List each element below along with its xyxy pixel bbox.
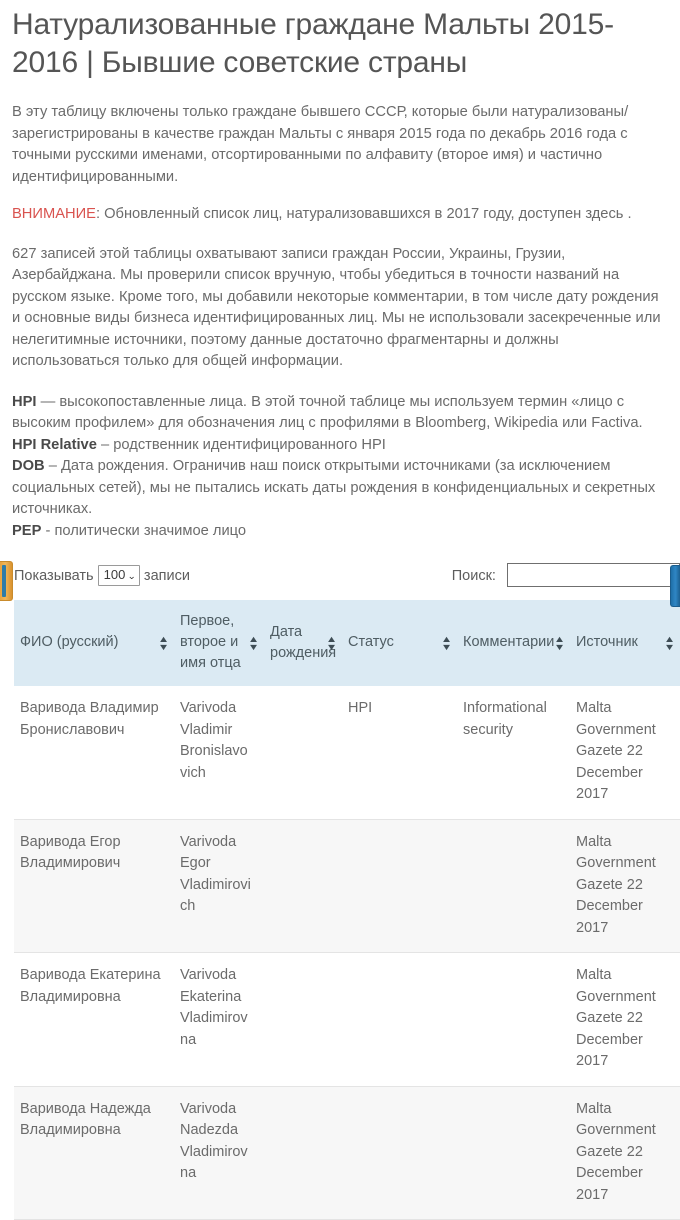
- search-control: Поиск:: [452, 563, 680, 589]
- definition-term-pep: PEP - политически значимое лицо: [12, 522, 247, 539]
- article-page: Натурализованные граждане Мальты 2015-20…: [0, 0, 680, 1220]
- definition-term-hpi: HPI — высокопоставленные лица. В этой то…: [12, 393, 643, 432]
- table-row: Варивода Екатерина Владимировна Varivoda…: [14, 952, 680, 1087]
- table-row: Варивода Надежда Владимировна Varivoda N…: [14, 1086, 680, 1220]
- page-title: Натурализованные граждане Мальты 2015-20…: [12, 8, 614, 80]
- definition-text-hpi-relative: – родственник идентифицированного HPI: [96, 436, 386, 453]
- page-length-prefix: Показывать: [14, 568, 94, 585]
- cell-name-ru: Варивода Надежда Владимировна: [14, 1086, 174, 1220]
- cell-status: [342, 1086, 457, 1220]
- share-tab-left[interactable]: [0, 561, 13, 601]
- cell-status: HPI: [342, 686, 457, 820]
- cell-name-en: Varivoda Ekaterina Vladimirovna: [174, 952, 264, 1087]
- cell-dob: [264, 819, 342, 954]
- search-label: Поиск:: [451, 568, 496, 585]
- definition-text-hpi: — высокопоставленные лица. В этой точной…: [12, 393, 643, 432]
- cell-dob: [264, 952, 342, 1087]
- sort-icon[interactable]: ▲ ▼: [664, 635, 676, 652]
- sort-icon[interactable]: ▲ ▼: [441, 635, 453, 652]
- table-row: Варивода Владимир Брониславович Varivoda…: [14, 686, 680, 820]
- column-header-dob[interactable]: Дата рождения ▲ ▼: [264, 600, 342, 687]
- sort-icon[interactable]: ▲ ▼: [326, 635, 338, 652]
- table-wrapper: ФИО (русский) ▲ ▼ Первое, второе и имя от…: [0, 600, 680, 1220]
- column-header-comments[interactable]: Комментарии ▲ ▼: [457, 600, 570, 687]
- cell-comments: [457, 1086, 570, 1220]
- cell-comments: [457, 819, 570, 954]
- cell-name-en: Varivoda Vladimir Bronislavovich: [174, 686, 264, 820]
- table-body: Варивода Владимир Брониславович Varivoda…: [14, 686, 680, 1220]
- share-tab-right[interactable]: [670, 565, 680, 607]
- cell-name-ru: Варивода Екатерина Владимировна: [14, 952, 174, 1087]
- page-length-select[interactable]: 100 ⌄: [97, 564, 140, 586]
- cell-comments: [457, 952, 570, 1087]
- naturalized-citizens-table: ФИО (русский) ▲ ▼ Первое, второе и имя от…: [14, 600, 680, 1220]
- definition-text-dob: – Дата рождения. Ограничив наш поиск отк…: [12, 458, 656, 518]
- cell-status: [342, 952, 457, 1087]
- column-header-name-en[interactable]: Первое, второе и имя отца ▲ ▼: [174, 600, 264, 687]
- table-header-row: ФИО (русский) ▲ ▼ Первое, второе и имя от…: [14, 600, 680, 687]
- cell-source: Malta Government Gazete 22 December 2017: [570, 819, 680, 954]
- sort-icon[interactable]: ▲ ▼: [158, 635, 170, 652]
- cell-name-en: Varivoda Nadezda Vladimirovna: [174, 1086, 264, 1220]
- table-row: Варивода Егор Владимирович Varivoda Egor…: [14, 819, 680, 954]
- notice-paragraph: ВНИМАНИЕ: Обновленный список лиц, натура…: [0, 204, 680, 226]
- cell-dob: [264, 1086, 342, 1220]
- cell-source: Malta Government Gazete 22 December 2017: [570, 686, 680, 820]
- column-header-source[interactable]: Источник ▲ ▼: [570, 600, 680, 687]
- cell-status: [342, 819, 457, 954]
- sort-icon[interactable]: ▲ ▼: [248, 635, 260, 652]
- cell-comments: Informational security: [457, 686, 570, 820]
- cell-source: Malta Government Gazete 22 December 2017: [570, 1086, 680, 1220]
- definition-term-dob: DOB – Дата рождения. Ограничив наш поиск…: [12, 458, 656, 518]
- cell-name-en: Varivoda Egor Vladimirovich: [174, 819, 264, 954]
- column-header-name-ru[interactable]: ФИО (русский) ▲ ▼: [14, 600, 174, 687]
- column-header-label: Статус: [348, 634, 394, 651]
- table-head: ФИО (русский) ▲ ▼ Первое, второе и имя от…: [14, 600, 680, 687]
- cell-dob: [264, 686, 342, 820]
- page-length-control: Показывать 100 ⌄ записи: [14, 563, 190, 589]
- cell-name-ru: Варивода Егор Владимирович: [14, 819, 174, 954]
- chevron-down-icon: ⌄: [127, 570, 137, 581]
- page-length-suffix: записи: [143, 568, 190, 585]
- column-header-label: Первое, второе и имя отца: [180, 613, 241, 672]
- table-controls: Показывать 100 ⌄ записи Поиск:: [0, 563, 680, 591]
- search-input[interactable]: [507, 563, 680, 588]
- sort-icon[interactable]: ▲ ▼: [554, 635, 566, 652]
- records-paragraph: 627 записей этой таблицы охватывают запи…: [12, 245, 661, 370]
- intro-paragraph: В эту таблицу включены только граждане б…: [12, 104, 629, 185]
- column-header-label: Комментарии: [463, 634, 555, 651]
- column-header-label: ФИО (русский): [20, 634, 119, 651]
- definition-text-pep: - политически значимое лицо: [41, 522, 247, 539]
- definition-term-hpi-relative: HPI Relative – родственник идентифициров…: [12, 436, 386, 453]
- cell-source: Malta Government Gazete 22 December 2017: [570, 952, 680, 1087]
- cell-name-ru: Варивода Владимир Брониславович: [14, 686, 174, 820]
- column-header-status[interactable]: Статус ▲ ▼: [342, 600, 457, 687]
- column-header-label: Источник: [576, 634, 638, 651]
- definitions-block: HPI — высокопоставленные лица. В этой то…: [0, 392, 680, 543]
- notice-keyword: ВНИМАНИЕ: [12, 206, 96, 223]
- notice-text: : Обновленный список лиц, натурализовавш…: [95, 206, 632, 223]
- page-length-value: 100: [103, 566, 126, 582]
